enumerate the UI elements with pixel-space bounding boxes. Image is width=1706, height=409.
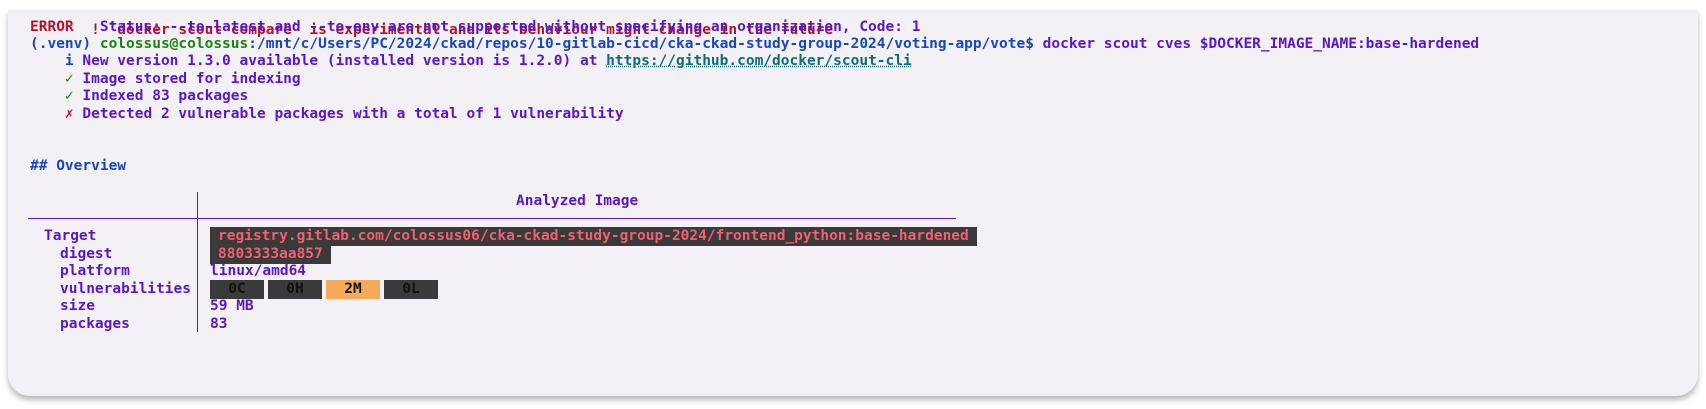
stored-text: Image stored for indexing	[73, 71, 301, 87]
label-packages: packages	[60, 316, 130, 332]
table-vertical-divider	[197, 192, 198, 332]
info-line: i New version 1.3.0 available (installed…	[30, 52, 912, 71]
label-target: Target	[44, 228, 97, 244]
medium-count-badge: 2M	[326, 280, 380, 299]
size-value: 59 MB	[210, 298, 254, 314]
packages-value: 83	[210, 316, 228, 332]
high-count-badge: 0H	[268, 280, 322, 299]
check-icon: ✓	[30, 88, 74, 104]
indexed-text: Indexed 83 packages	[73, 88, 249, 104]
venv-indicator: (.venv)	[30, 36, 100, 52]
command-text: docker scout cves $DOCKER_IMAGE_NAME:bas…	[1033, 36, 1480, 52]
indexed-line: ✓ Indexed 83 packages	[30, 87, 248, 106]
cross-icon: ✗	[30, 106, 74, 122]
prompt-path: :/mnt/c/Users/PC/2024/ckad/repos/10-gitl…	[248, 36, 1034, 52]
overview-heading: ## Overview	[30, 158, 127, 174]
label-platform: platform	[60, 263, 130, 279]
terminal-window[interactable]: ! `docker scout compare` is experimental…	[8, 10, 1698, 396]
detected-line: ✗ Detected 2 vulnerable packages with a …	[30, 105, 624, 124]
low-count-badge: 0L	[384, 280, 438, 299]
info-icon: i	[30, 53, 74, 69]
platform-value: linux/amd64	[210, 263, 307, 279]
error-label: ERROR	[30, 19, 74, 35]
table-horizontal-divider	[28, 218, 956, 219]
column-header: Analyzed Image	[516, 193, 639, 209]
error-text: Status: --to-latest and --to-env are not…	[73, 19, 921, 35]
detected-text: Detected 2 vulnerable packages with a to…	[73, 106, 624, 122]
prompt-user: colossus@colossus	[99, 36, 249, 52]
label-size: size	[60, 298, 95, 314]
scout-cli-link[interactable]: https://github.com/docker/scout-cli	[606, 53, 912, 69]
check-icon: ✓	[30, 71, 74, 87]
target-value: registry.gitlab.com/colossus06/cka-ckad-…	[210, 227, 977, 246]
info-text: New version 1.3.0 available (installed v…	[73, 53, 607, 69]
